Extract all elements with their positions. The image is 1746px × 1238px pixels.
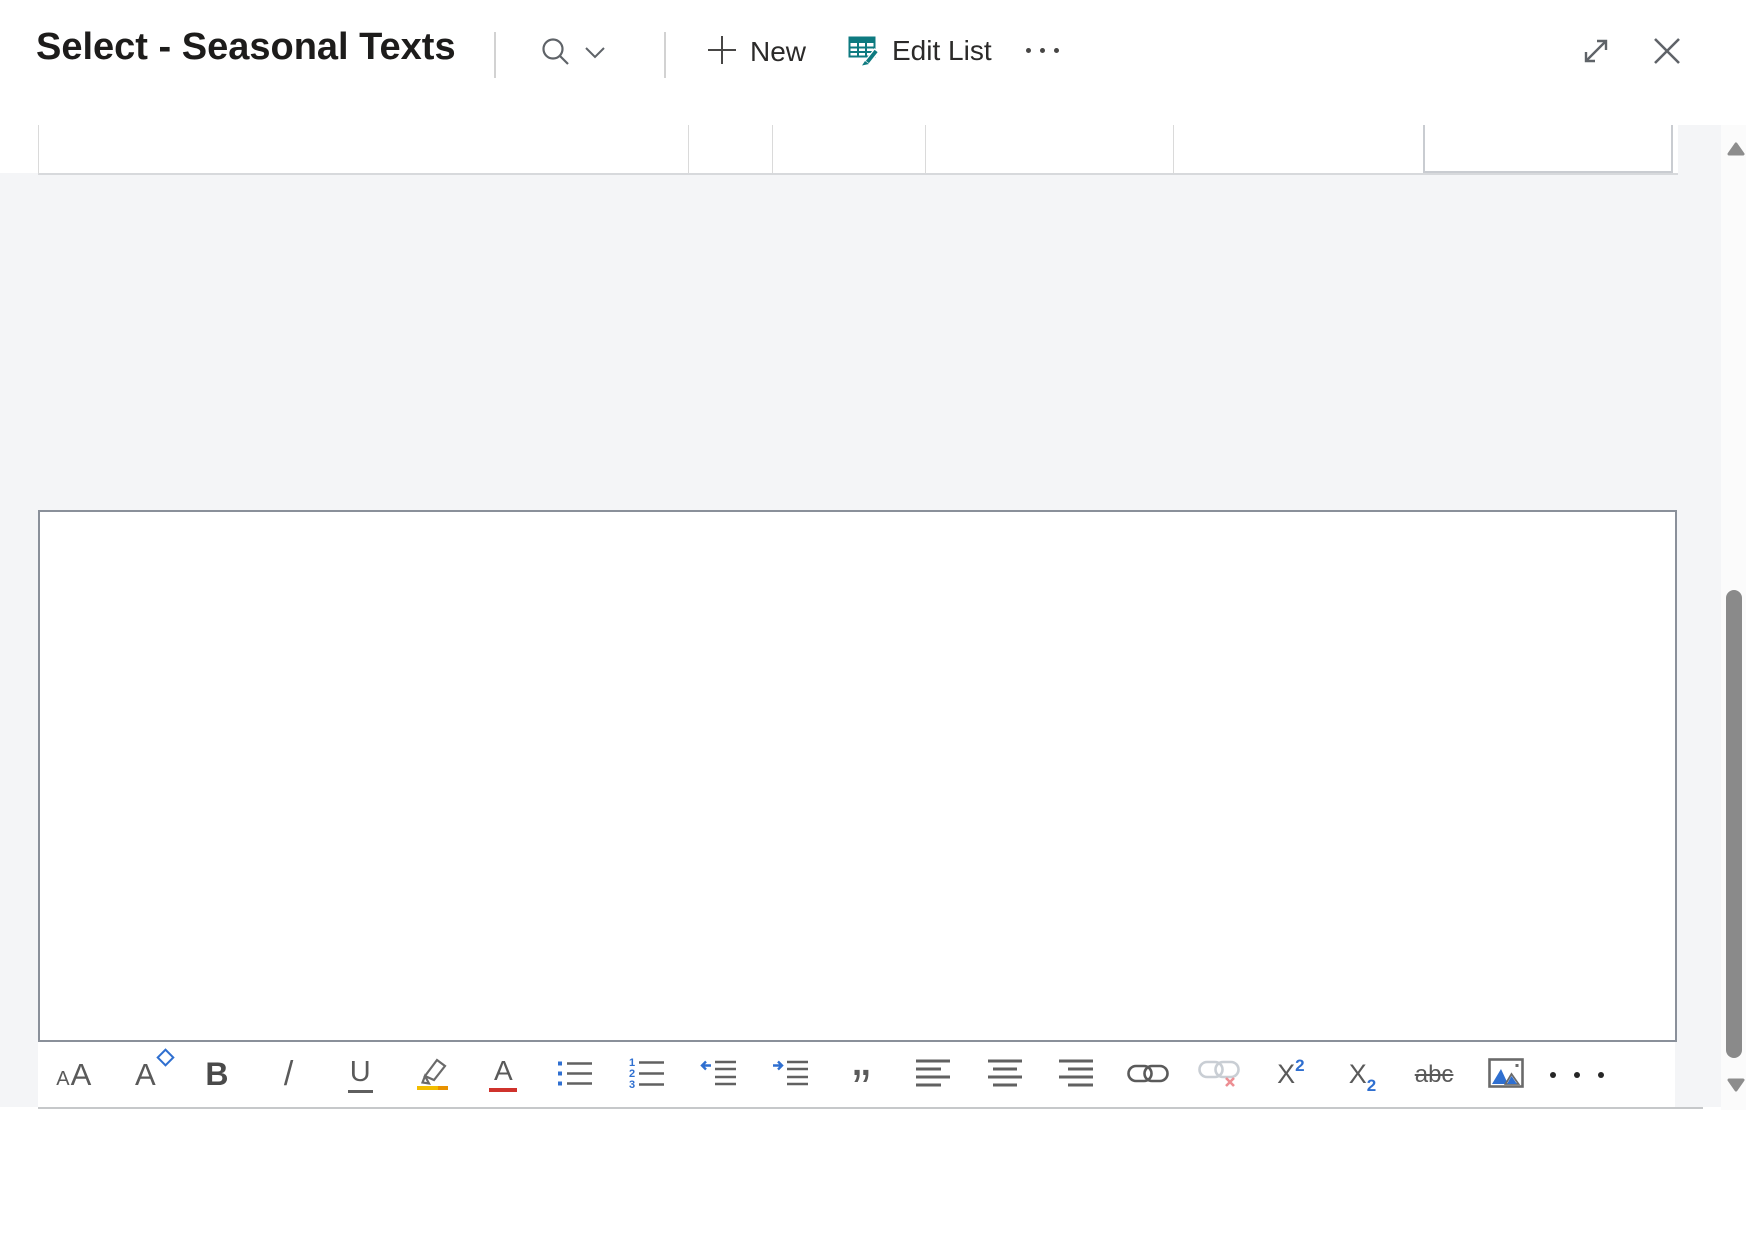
superscript-icon: X2 xyxy=(1277,1059,1304,1090)
svg-text:3: 3 xyxy=(629,1079,635,1089)
edit-list-button-label: Edit List xyxy=(892,35,992,67)
outdent-button[interactable] xyxy=(682,1044,754,1106)
scroll-up-icon[interactable] xyxy=(1727,142,1745,156)
plus-icon xyxy=(706,34,738,69)
edit-list-button[interactable]: Edit List xyxy=(848,33,992,69)
font-size-button[interactable]: A xyxy=(110,1044,182,1106)
more-dots-icon xyxy=(1550,1072,1556,1078)
close-icon xyxy=(1650,34,1684,71)
highlight-button[interactable] xyxy=(396,1044,468,1106)
rich-text-editor-content[interactable] xyxy=(38,510,1677,1042)
toolbar-more-button[interactable] xyxy=(1541,1044,1613,1106)
outdent-icon xyxy=(699,1058,737,1091)
align-right-button[interactable] xyxy=(1040,1044,1112,1106)
expand-icon xyxy=(1576,31,1616,74)
numbered-list-icon: 1 2 3 xyxy=(629,1057,665,1092)
underline-button[interactable]: U xyxy=(324,1044,396,1106)
link-icon xyxy=(1127,1060,1169,1090)
grid-cell xyxy=(1673,125,1678,173)
expand-dialog-button[interactable] xyxy=(1576,31,1616,74)
chevron-down-icon xyxy=(584,45,606,62)
font-size-icon: A xyxy=(135,1057,156,1093)
bold-icon: B xyxy=(205,1056,228,1093)
search-button[interactable] xyxy=(540,36,606,71)
italic-button[interactable]: / xyxy=(253,1044,325,1106)
edit-list-icon xyxy=(848,33,880,69)
divider xyxy=(494,32,496,78)
image-icon xyxy=(1488,1058,1524,1091)
font-color-button[interactable]: A xyxy=(468,1044,540,1106)
strikethrough-icon: abc xyxy=(1415,1061,1454,1089)
font-button[interactable]: AA xyxy=(38,1044,110,1106)
unlink-icon xyxy=(1198,1058,1240,1091)
scroll-down-icon[interactable] xyxy=(1727,1078,1745,1092)
highlighter-icon xyxy=(414,1055,450,1094)
subscript-button[interactable]: X2 xyxy=(1327,1044,1399,1106)
grid-cell-focused[interactable] xyxy=(1423,125,1673,173)
align-center-button[interactable] xyxy=(969,1044,1041,1106)
numbered-list-button[interactable]: 1 2 3 xyxy=(611,1044,683,1106)
font-color-icon: A xyxy=(489,1057,517,1092)
align-center-icon xyxy=(987,1058,1023,1092)
select-seasonal-texts-dialog: Select - Seasonal Texts xyxy=(0,0,1746,1238)
insert-image-button[interactable] xyxy=(1470,1044,1542,1106)
grid-cell[interactable] xyxy=(39,125,689,173)
align-left-icon xyxy=(915,1058,951,1092)
bullet-list-button[interactable] xyxy=(539,1044,611,1106)
search-icon xyxy=(540,36,572,71)
grid-cell[interactable] xyxy=(773,125,926,173)
unlink-button[interactable] xyxy=(1184,1044,1256,1106)
page-title: Select - Seasonal Texts xyxy=(36,26,456,69)
scrollbar-thumb[interactable] xyxy=(1726,590,1742,1058)
divider xyxy=(664,32,666,78)
grid-row xyxy=(38,125,1678,175)
underline-icon: U xyxy=(348,1056,373,1093)
indent-button[interactable] xyxy=(754,1044,826,1106)
grid-cell[interactable] xyxy=(1174,125,1423,173)
indent-icon xyxy=(771,1058,809,1091)
rich-text-toolbar: AA A B / U xyxy=(38,1042,1675,1107)
close-dialog-button[interactable] xyxy=(1650,34,1684,71)
link-button[interactable] xyxy=(1112,1044,1184,1106)
grid-cell[interactable] xyxy=(926,125,1174,173)
more-icon xyxy=(1026,48,1031,53)
dialog-footer: OK Cancel xyxy=(0,1109,1746,1238)
grid-cell[interactable] xyxy=(689,125,773,173)
new-button[interactable]: New xyxy=(706,34,806,69)
italic-icon: / xyxy=(284,1055,293,1094)
font-icon: AA xyxy=(56,1057,91,1093)
bold-button[interactable]: B xyxy=(181,1044,253,1106)
blockquote-button[interactable]: ” xyxy=(826,1044,898,1106)
subscript-icon: X2 xyxy=(1349,1059,1376,1090)
command-bar: Select - Seasonal Texts xyxy=(0,0,1746,125)
new-button-label: New xyxy=(750,36,806,68)
align-left-button[interactable] xyxy=(897,1044,969,1106)
more-options-button[interactable] xyxy=(1026,48,1059,53)
align-right-icon xyxy=(1058,1058,1094,1092)
strikethrough-button[interactable]: abc xyxy=(1398,1044,1470,1106)
bullet-list-icon xyxy=(557,1058,593,1091)
superscript-button[interactable]: X2 xyxy=(1255,1044,1327,1106)
